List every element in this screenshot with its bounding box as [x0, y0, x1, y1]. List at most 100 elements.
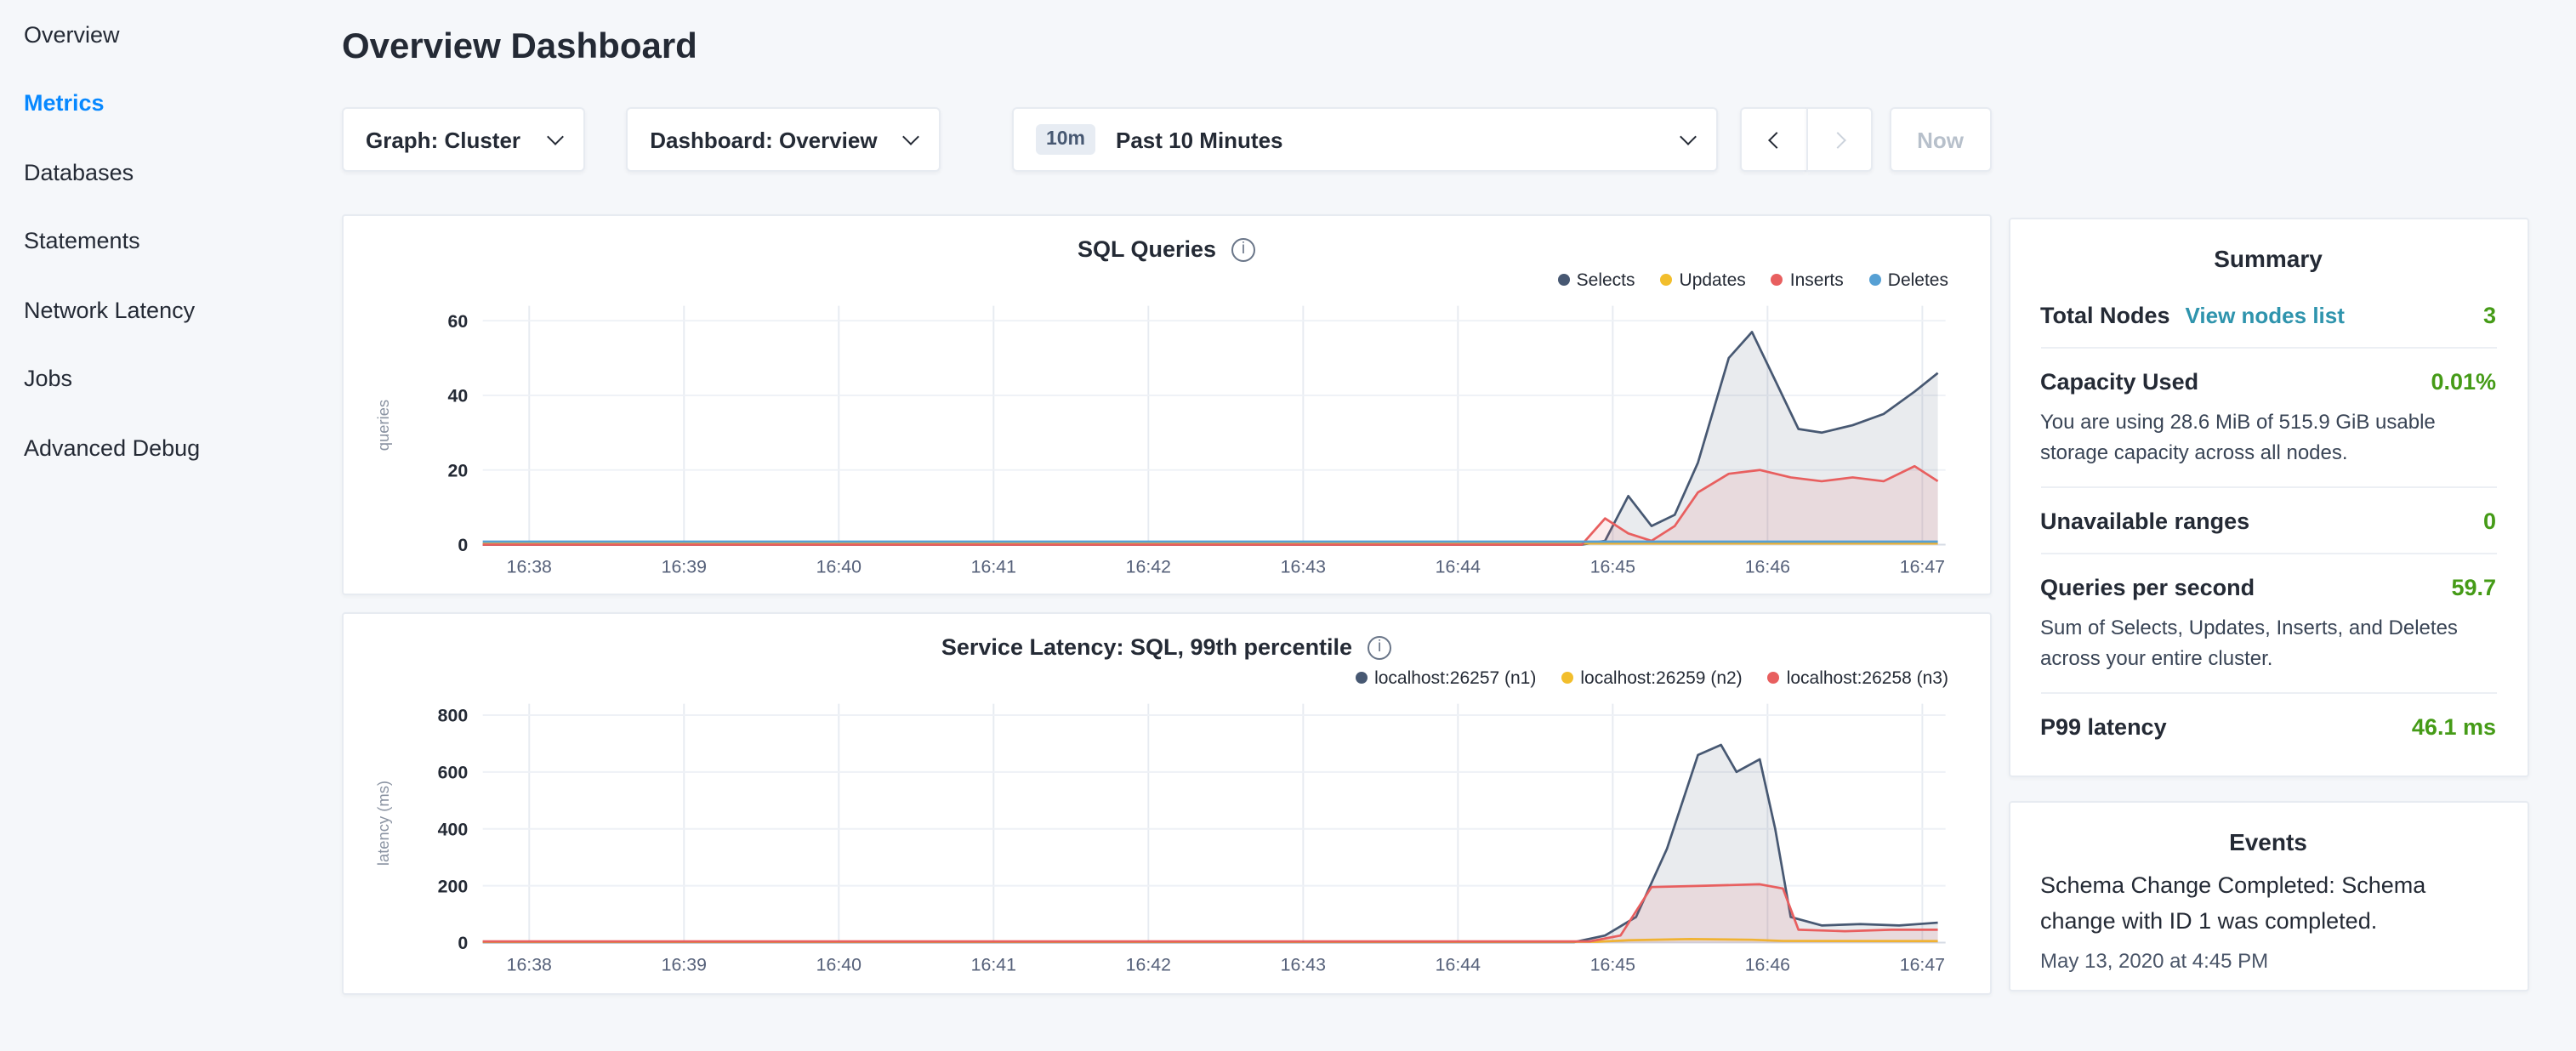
svg-text:16:38: 16:38	[507, 556, 552, 577]
summary-panel: Summary Total Nodes View nodes list 3 Ca…	[2008, 218, 2528, 777]
time-range-dropdown[interactable]: 10m Past 10 Minutes	[1012, 107, 1718, 172]
legend-dot-icon	[1661, 274, 1673, 286]
svg-text:16:46: 16:46	[1745, 955, 1790, 975]
svg-text:16:39: 16:39	[662, 556, 707, 577]
event-text: Schema Change Completed: Schema change w…	[2040, 869, 2496, 940]
legend-dot-icon	[1561, 673, 1573, 685]
events-panel: Events Schema Change Completed: Schema c…	[2008, 801, 2528, 991]
summary-row-capacity-used: Capacity Used 0.01% You are using 28.6 M…	[2040, 349, 2496, 488]
svg-text:16:43: 16:43	[1281, 955, 1326, 975]
chevron-left-icon	[1768, 131, 1785, 148]
summary-row-total-nodes: Total Nodes View nodes list 3	[2040, 282, 2496, 349]
svg-text:16:40: 16:40	[816, 955, 862, 975]
svg-text:16:43: 16:43	[1281, 556, 1326, 577]
page-title: Overview Dashboard	[342, 27, 1991, 68]
legend-label: Updates	[1680, 270, 1746, 290]
app-root: Overview Metrics Databases Statements Ne…	[0, 0, 2576, 1051]
svg-text:20: 20	[448, 460, 469, 480]
sidebar-item-label: Jobs	[24, 366, 72, 392]
chart-plot[interactable]: 16:3816:3916:4016:4116:4216:4316:4416:45…	[367, 695, 1965, 983]
graph-dropdown[interactable]: Graph: Cluster	[342, 107, 585, 172]
svg-text:16:47: 16:47	[1900, 955, 1945, 975]
chevron-right-icon	[1828, 131, 1845, 148]
sidebar-item-statements[interactable]: Statements	[0, 207, 342, 276]
svg-text:600: 600	[438, 764, 469, 784]
chart-svg: 16:3816:3916:4016:4116:4216:4316:4416:45…	[367, 695, 1965, 983]
summary-row-unavailable-ranges: Unavailable ranges 0	[2040, 488, 2496, 554]
chart-header: SQL Queries i	[367, 236, 1965, 262]
chart-title: Service Latency: SQL, 99th percentile	[941, 635, 1352, 661]
event-item: Schema Change Completed: Schema change w…	[2040, 869, 2496, 973]
dashboard-dropdown[interactable]: Dashboard: Overview	[626, 107, 941, 172]
svg-text:latency (ms): latency (ms)	[374, 781, 392, 866]
summary-row-queries-per-second: Queries per second 59.7 Sum of Selects, …	[2040, 554, 2496, 694]
legend-label: localhost:26257 (n1)	[1374, 668, 1536, 689]
sidebar-item-overview[interactable]: Overview	[0, 0, 342, 69]
svg-text:40: 40	[448, 386, 469, 406]
svg-text:16:40: 16:40	[816, 556, 862, 577]
chart-legend: localhost:26257 (n1) localhost:26259 (n2)…	[367, 668, 1948, 690]
legend-dot-icon	[1356, 673, 1368, 685]
legend-label: localhost:26258 (n3)	[1787, 668, 1948, 689]
svg-text:queries: queries	[374, 400, 392, 451]
sidebar-item-label: Network Latency	[24, 298, 195, 323]
event-timestamp: May 13, 2020 at 4:45 PM	[2040, 949, 2496, 973]
legend-item: Inserts	[1771, 269, 1844, 291]
summary-row-p99-latency: P99 latency 46.1 ms	[2040, 694, 2496, 758]
sidebar-item-advanced-debug[interactable]: Advanced Debug	[0, 413, 342, 482]
summary-label: Capacity Used	[2040, 369, 2198, 395]
svg-text:16:45: 16:45	[1590, 955, 1635, 975]
time-pager	[1740, 107, 1873, 172]
svg-text:16:44: 16:44	[1436, 955, 1481, 975]
svg-text:200: 200	[438, 877, 469, 897]
summary-value: 3	[2483, 303, 2496, 328]
chart-card-sql-queries: SQL Queries i Selects Updates Inserts Delet…	[342, 214, 1991, 596]
summary-value: 0.01%	[2431, 369, 2496, 395]
summary-label: Total Nodes	[2040, 303, 2170, 328]
time-back-button[interactable]	[1740, 107, 1806, 172]
time-forward-button[interactable]	[1806, 107, 1873, 172]
svg-text:16:41: 16:41	[971, 955, 1016, 975]
svg-text:16:46: 16:46	[1745, 556, 1790, 577]
legend-item: Deletes	[1869, 269, 1948, 291]
legend-label: Inserts	[1790, 270, 1844, 290]
controls-bar: Graph: Cluster Dashboard: Overview 10m P…	[342, 107, 1991, 172]
legend-dot-icon	[1768, 673, 1780, 685]
legend-item: localhost:26257 (n1)	[1356, 668, 1536, 690]
legend-item: localhost:26259 (n2)	[1561, 668, 1742, 690]
legend-item: Selects	[1558, 269, 1635, 291]
main-content: Overview Dashboard Graph: Cluster Dashbo…	[342, 0, 2008, 1051]
sidebar-item-network-latency[interactable]: Network Latency	[0, 276, 342, 344]
legend-label: localhost:26259 (n2)	[1580, 668, 1742, 689]
sidebar-item-databases[interactable]: Databases	[0, 138, 342, 207]
chart-header: Service Latency: SQL, 99th percentile i	[367, 635, 1965, 661]
chart-plot[interactable]: 16:3816:3916:4016:4116:4216:4316:4416:45…	[367, 296, 1965, 584]
summary-title: Summary	[2040, 245, 2496, 272]
info-icon[interactable]: i	[1231, 237, 1255, 261]
view-nodes-list-link[interactable]: View nodes list	[2186, 303, 2345, 328]
svg-text:16:45: 16:45	[1590, 556, 1635, 577]
legend-label: Deletes	[1888, 270, 1948, 290]
sidebar-item-metrics[interactable]: Metrics	[0, 69, 342, 138]
sidebar-item-jobs[interactable]: Jobs	[0, 344, 342, 413]
summary-description: You are using 28.6 MiB of 515.9 GiB usab…	[2040, 406, 2496, 468]
chart-legend: Selects Updates Inserts Deletes	[367, 269, 1948, 291]
legend-item: localhost:26258 (n3)	[1768, 668, 1948, 690]
svg-text:800: 800	[438, 707, 469, 727]
sidebar-item-label: Metrics	[24, 91, 105, 116]
svg-text:16:42: 16:42	[1126, 556, 1171, 577]
chevron-down-icon	[547, 128, 564, 145]
summary-value: 59.7	[2451, 575, 2496, 600]
summary-value: 46.1 ms	[2412, 714, 2496, 740]
legend-dot-icon	[1558, 274, 1570, 286]
sidebar-item-label: Databases	[24, 160, 134, 185]
svg-text:16:42: 16:42	[1126, 955, 1171, 975]
info-icon[interactable]: i	[1368, 636, 1391, 660]
now-button[interactable]: Now	[1890, 107, 1991, 172]
time-range-badge: 10m	[1036, 124, 1095, 155]
summary-label: Unavailable ranges	[2040, 508, 2249, 534]
legend-label: Selects	[1577, 270, 1635, 290]
svg-text:60: 60	[448, 311, 469, 332]
graph-dropdown-value: Graph: Cluster	[366, 127, 520, 152]
sidebar-item-label: Statements	[24, 229, 140, 254]
